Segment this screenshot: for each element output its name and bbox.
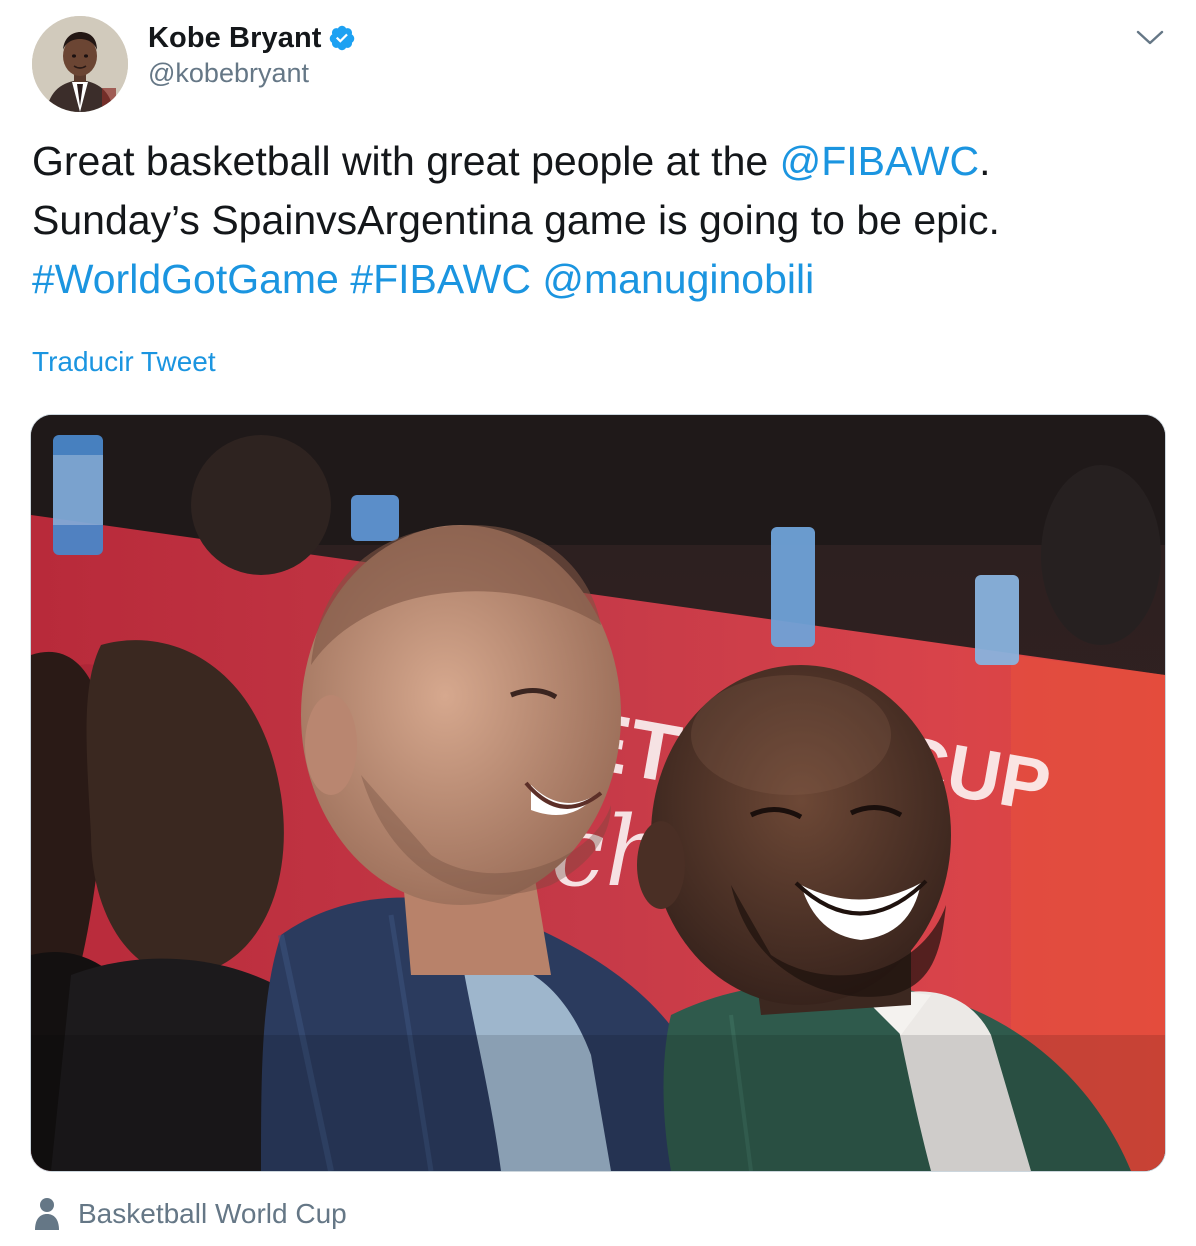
hashtag-fibawc-link[interactable]: #FIBAWC — [350, 256, 531, 302]
hashtag-worldgotgame-link[interactable]: #WorldGotGame — [32, 256, 339, 302]
tweet-text: Great basketball with great people at th… — [32, 132, 1152, 309]
avatar-photo — [32, 16, 128, 112]
avatar[interactable] — [32, 16, 128, 112]
tweet-photo[interactable]: ETRO CUP chi — [30, 414, 1166, 1172]
photo-illustration: ETRO CUP chi — [31, 415, 1165, 1171]
user-name-row[interactable]: Kobe Bryant — [148, 18, 356, 58]
tweet-card: Kobe Bryant @kobebryant Great basketball… — [0, 0, 1196, 1246]
verified-badge-icon — [328, 24, 356, 52]
tweet-text-line-1: Great basketball with great people at th… — [32, 132, 1152, 191]
person-icon — [34, 1197, 60, 1231]
user-handle[interactable]: @kobebryant — [148, 58, 309, 89]
location-label[interactable]: Basketball World Cup — [78, 1198, 347, 1230]
translate-tweet-link[interactable]: Traducir Tweet — [32, 346, 216, 378]
mention-manuginobili-link[interactable]: @manuginobili — [542, 256, 814, 302]
display-name[interactable]: Kobe Bryant — [148, 22, 322, 55]
tweet-text-line-3: #WorldGotGame #FIBAWC @manuginobili — [32, 250, 1152, 309]
tweet-text-line-2: Sunday’s SpainvsArgentina game is going … — [32, 197, 1000, 243]
mention-fibawc-link[interactable]: @FIBAWC — [780, 138, 980, 184]
tweet-text-segment: . — [979, 138, 991, 184]
chevron-down-icon — [1136, 30, 1164, 45]
location-row[interactable]: Basketball World Cup — [34, 1192, 347, 1236]
tweet-text-segment: Great basketball with great people at th… — [32, 138, 780, 184]
more-options-button[interactable] — [1130, 18, 1170, 58]
